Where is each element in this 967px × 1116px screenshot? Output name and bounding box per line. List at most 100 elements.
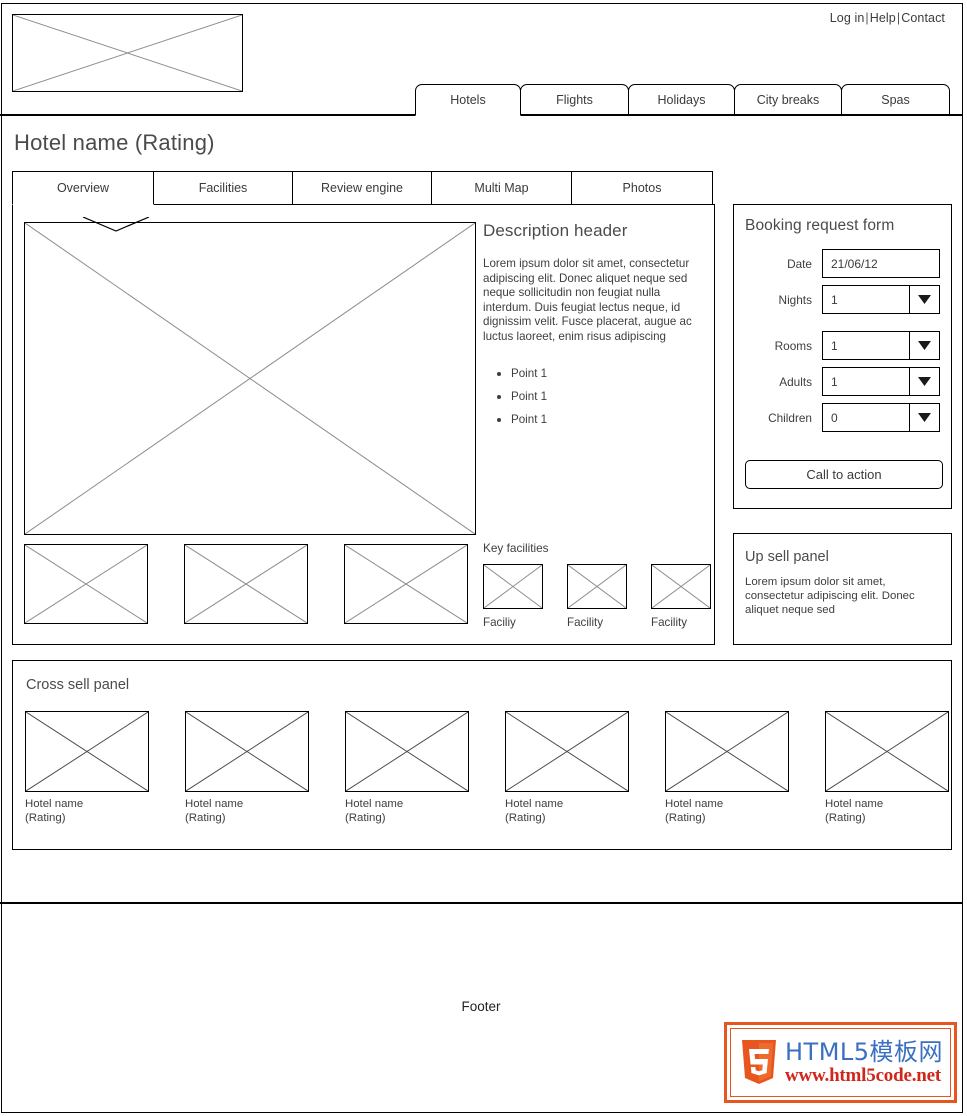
date-input[interactable]: 21/06/12 [822,249,940,278]
cross-sell-hotel-name: Hotel name [825,798,884,810]
facility-item[interactable]: Facility [567,564,627,629]
nights-select[interactable]: 1 [822,285,940,314]
nav-tab-spas[interactable]: Spas [841,84,950,115]
nav-tab-holidays[interactable]: Holidays [628,84,735,115]
overview-content-panel: Description header Lorem ipsum dolor sit… [12,204,715,645]
form-row-adults: Adults 1 [734,367,951,396]
key-facilities-row: Faciliy Facility Facility [483,564,711,629]
thumbnail-image-2[interactable] [184,544,308,624]
form-row-children: Children 0 [734,403,951,432]
tab-facilities[interactable]: Facilities [153,171,293,205]
primary-navigation: Hotels Flights Holidays City breaks Spas [415,84,950,116]
description-section: Description header Lorem ipsum dolor sit… [483,221,707,436]
thumbnail-image-3[interactable] [344,544,468,624]
nav-tab-city-breaks[interactable]: City breaks [734,84,842,115]
rooms-label: Rooms [774,338,812,353]
booking-request-form-panel: Booking request form Date 21/06/12 Night… [733,204,952,509]
facility-label: Facility [567,616,604,629]
logo-placeholder [12,14,243,92]
link-separator-2: | [896,11,901,25]
cross-sell-label: Hotel name (Rating) [345,798,469,825]
chevron-down-icon[interactable] [909,368,939,395]
list-item[interactable]: Hotel name (Rating) [345,711,469,825]
utility-links: Log in|Help|Contact [830,11,945,25]
thumbnail-image-1[interactable] [24,544,148,624]
html5-shield-icon [742,1039,776,1084]
cross-sell-hotel-rating: (Rating) [825,811,866,824]
cross-sell-hotel-rating: (Rating) [345,811,386,824]
tab-label: Photos [622,181,662,195]
nav-tab-hotels[interactable]: Hotels [415,84,521,116]
cross-sell-label: Hotel name (Rating) [25,798,149,825]
login-link[interactable]: Log in [830,11,865,25]
tab-photos[interactable]: Photos [571,171,713,205]
facility-label: Faciliy [483,616,516,629]
cross-sell-hotel-rating: (Rating) [185,811,226,824]
nav-tab-label: Hotels [450,93,486,107]
cross-sell-image-placeholder [25,711,149,792]
facility-label: Facility [651,616,688,629]
tab-multi-map[interactable]: Multi Map [431,171,572,205]
date-label: Date [787,256,812,271]
cross-sell-image-placeholder [185,711,309,792]
tab-overview[interactable]: Overview [12,171,154,232]
list-item: Point 1 [483,390,707,403]
watermark-brand: HTML5模板网 [785,1038,944,1066]
up-sell-body: Lorem ipsum dolor sit amet, consectetur … [745,576,915,616]
form-row-rooms: Rooms 1 [734,331,951,360]
list-item[interactable]: Hotel name (Rating) [185,711,309,825]
cross-sell-label: Hotel name (Rating) [505,798,629,825]
thumbnail-strip [24,544,468,624]
rooms-select[interactable]: 1 [822,331,940,360]
wireframe-page: Log in|Help|Contact Hotels Flights Holid… [0,0,967,1116]
facility-icon-placeholder [651,564,711,609]
chevron-down-icon[interactable] [909,404,939,431]
tab-label: Overview [56,181,110,195]
footer-label: Footer [461,999,501,1014]
cross-sell-hotel-rating: (Rating) [25,811,66,824]
description-header: Description header [483,221,628,240]
rooms-value: 1 [831,338,838,353]
contact-link[interactable]: Contact [901,11,945,25]
cross-sell-hotel-name: Hotel name [665,798,724,810]
help-link[interactable]: Help [870,11,896,25]
watermark-text: HTML5模板网 www.html5code.net [785,1040,943,1085]
date-value: 21/06/12 [831,256,878,271]
cross-sell-items-row: Hotel name (Rating) Hotel name (Rating) [25,711,949,825]
cross-sell-image-placeholder [345,711,469,792]
tab-review-engine[interactable]: Review engine [292,171,432,205]
list-item[interactable]: Hotel name (Rating) [665,711,789,825]
facility-item[interactable]: Faciliy [483,564,543,629]
list-item[interactable]: Hotel name (Rating) [825,711,949,825]
chevron-down-icon[interactable] [909,286,939,313]
cross-sell-label: Hotel name (Rating) [665,798,789,825]
up-sell-title: Up sell panel [745,549,829,565]
cross-sell-hotel-name: Hotel name [505,798,564,810]
list-item[interactable]: Hotel name (Rating) [25,711,149,825]
description-points-list: Point 1 Point 1 Point 1 [483,367,707,426]
call-to-action-button[interactable]: Call to action [745,460,943,489]
chevron-down-icon[interactable] [909,332,939,359]
nights-label: Nights [778,292,812,307]
list-item[interactable]: Hotel name (Rating) [505,711,629,825]
adults-value: 1 [831,374,838,389]
hero-image-placeholder[interactable] [24,222,476,535]
page-title: Hotel name (Rating) [14,130,215,155]
booking-form-title: Booking request form [745,217,895,234]
children-label: Children [768,410,812,425]
up-sell-panel: Up sell panel Lorem ipsum dolor sit amet… [733,533,952,645]
adults-select[interactable]: 1 [822,367,940,396]
nav-tab-flights[interactable]: Flights [520,84,629,115]
tab-label: Multi Map [474,181,529,195]
nights-value: 1 [831,292,838,307]
form-row-date: Date 21/06/12 [734,249,951,278]
facility-item[interactable]: Facility [651,564,711,629]
children-select[interactable]: 0 [822,403,940,432]
list-item: Point 1 [483,367,707,380]
nav-tab-label: Holidays [657,92,706,107]
tab-label: Review engine [321,181,403,195]
cross-sell-label: Hotel name (Rating) [825,798,949,825]
key-facilities-title: Key facilities [483,541,549,555]
booking-form-fields: Date 21/06/12 Nights 1 Rooms 1 Adults 1 … [734,249,951,439]
nav-tab-label: Spas [881,92,910,107]
